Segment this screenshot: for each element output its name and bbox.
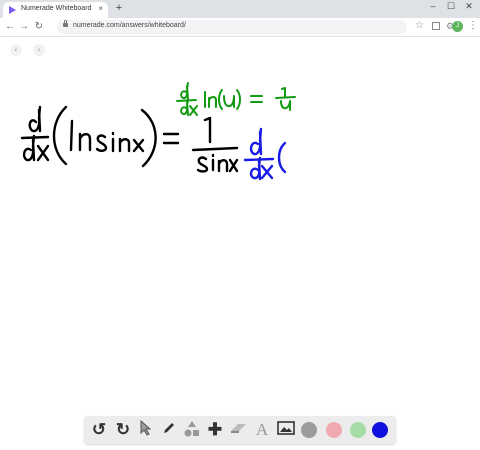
image-icon[interactable]: [276, 420, 296, 440]
browser-toolbar: ← → ↻ numerade.com/answers/whiteboard/ ☆…: [0, 18, 480, 37]
tab-title: Numerade Whiteboard: [21, 5, 92, 12]
forward-icon[interactable]: →: [18, 21, 30, 32]
address-bar[interactable]: numerade.com/answers/whiteboard/: [57, 20, 407, 34]
tab-close-icon[interactable]: ×: [98, 4, 103, 13]
back-icon[interactable]: ←: [4, 21, 16, 32]
color-swatch-blue[interactable]: [372, 422, 388, 438]
new-tab-button[interactable]: +: [113, 2, 125, 14]
hint-rule: [176, 82, 296, 116]
text-tool-icon[interactable]: A: [252, 420, 272, 440]
pen-icon[interactable]: [159, 420, 179, 440]
maximize-button[interactable]: ☐: [444, 1, 458, 12]
cursor-icon[interactable]: [136, 419, 156, 440]
eraser-icon[interactable]: [229, 420, 249, 440]
whiteboard-canvas[interactable]: [0, 37, 480, 415]
lock-icon: [63, 20, 68, 27]
shapes-icon[interactable]: [182, 420, 202, 440]
avatar[interactable]: J: [452, 21, 463, 32]
color-swatch-pink[interactable]: [326, 422, 342, 438]
color-swatch-green[interactable]: [350, 422, 366, 438]
bookmark-star-icon[interactable]: ☆: [415, 20, 424, 31]
menu-kebab-icon[interactable]: ⋮: [468, 20, 478, 31]
rhs-derivative: [243, 127, 287, 181]
reload-icon[interactable]: ↻: [33, 21, 45, 32]
url-text: numerade.com/answers/whiteboard/: [73, 22, 186, 29]
numerade-favicon-icon: [9, 6, 16, 14]
plus-icon[interactable]: ✚: [205, 420, 225, 440]
close-window-button[interactable]: ✕: [462, 1, 476, 12]
browser-tab[interactable]: Numerade Whiteboard ×: [3, 2, 108, 18]
tab-bar: Numerade Whiteboard × + – ☐ ✕: [0, 0, 480, 18]
color-swatch-gray[interactable]: [301, 422, 317, 438]
minimize-button[interactable]: –: [426, 1, 440, 11]
undo-icon[interactable]: ↺: [89, 420, 109, 440]
whiteboard-toolbar: ↺ ↻ ✚ A: [84, 416, 396, 444]
lhs-derivative: [20, 105, 239, 173]
redo-icon[interactable]: ↻: [113, 420, 133, 440]
extension-icon[interactable]: [432, 22, 440, 30]
